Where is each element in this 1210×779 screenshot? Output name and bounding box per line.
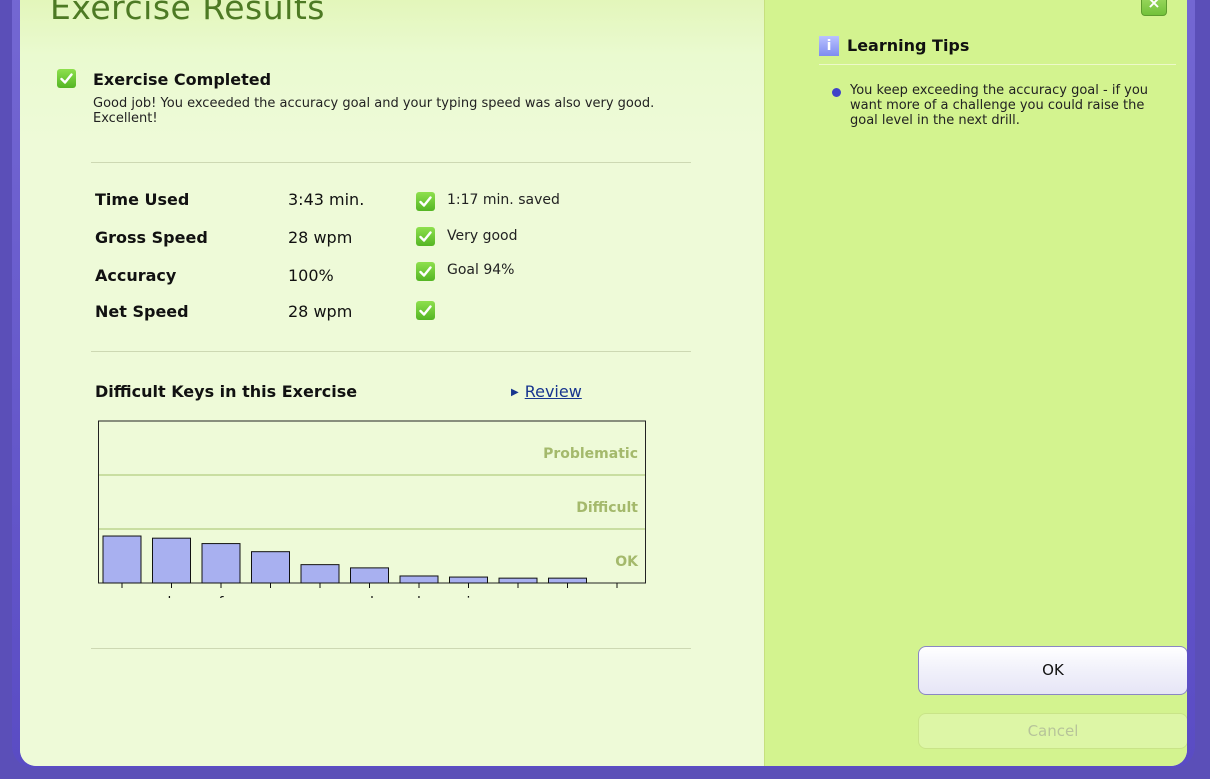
tips-header: i Learning Tips [819,36,1176,65]
net-speed-check-icon [416,301,435,320]
divider [91,162,691,163]
band-label-difficult: Difficult [576,500,638,516]
key-label-d: d [365,595,374,598]
stat-note-accuracy: Goal 94% [447,262,515,278]
tips-title: Learning Tips [847,36,970,55]
key-label-a: a [514,595,523,598]
key-label-i: i [467,595,471,598]
key-label-e: e [563,595,572,598]
stat-value-time-used: 3:43 min. [288,190,365,209]
bar-e [548,577,587,584]
speed-check-icon [416,227,435,246]
bar-i [449,576,488,584]
ok-button[interactable]: OK [918,646,1187,695]
bar-k [152,537,191,584]
key-label-f: f [219,595,225,598]
completed-check-icon [57,69,76,88]
review-link[interactable]: ▶ Review [511,382,582,401]
divider [91,648,691,649]
stat-label-net-speed: Net Speed [95,302,189,321]
stat-value-accuracy: 100% [288,266,334,285]
review-link-label[interactable]: Review [525,382,582,401]
bar-u [102,535,142,584]
stat-value-gross-speed: 28 wpm [288,228,353,247]
completed-title: Exercise Completed [93,70,272,89]
band-label-problematic: Problematic [543,446,638,462]
difficult-keys-title: Difficult Keys in this Exercise [95,382,358,401]
results-dialog: Exercise Results Exercise Completed Good… [20,0,1187,766]
bar-d [350,567,389,584]
stat-note-time-used: 1:17 min. saved [447,192,560,208]
bar-l [399,575,439,584]
stat-value-net-speed: 28 wpm [288,302,353,321]
key-label-r: r [267,595,274,598]
difficult-keys-chart: Problematic Difficult OK u k f r s d l i a e [98,420,646,598]
key-label-l: l [417,595,421,598]
window-title: Exercise Results [50,0,325,27]
bar-a [498,577,538,584]
stat-label-gross-speed: Gross Speed [95,228,208,247]
key-label-k: k [167,595,176,598]
accuracy-check-icon [416,262,435,281]
stat-note-gross-speed: Very good [447,228,518,244]
band-label-ok: OK [615,554,639,570]
info-icon: i [819,36,839,56]
key-label-u: u [117,595,127,598]
tips-panel: × i Learning Tips You keep exceeding the… [764,0,1187,766]
bullet-icon [832,88,841,97]
tip-item: You keep exceeding the accuracy goal - i… [850,83,1149,128]
stat-label-time-used: Time Used [95,190,190,209]
close-icon: × [1147,0,1161,12]
completed-message: Good job! You exceeded the accuracy goal… [93,96,655,126]
bar-f [201,543,241,584]
close-button[interactable]: × [1141,0,1167,16]
cancel-button[interactable]: Cancel [918,713,1187,749]
play-arrow-icon: ▶ [511,387,519,398]
stat-label-accuracy: Accuracy [95,266,177,285]
key-label-s: s [316,595,323,598]
results-panel: Exercise Results Exercise Completed Good… [20,0,764,766]
bar-s [300,564,340,584]
time-check-icon [416,192,435,211]
divider [91,351,691,352]
bar-r [251,551,290,584]
